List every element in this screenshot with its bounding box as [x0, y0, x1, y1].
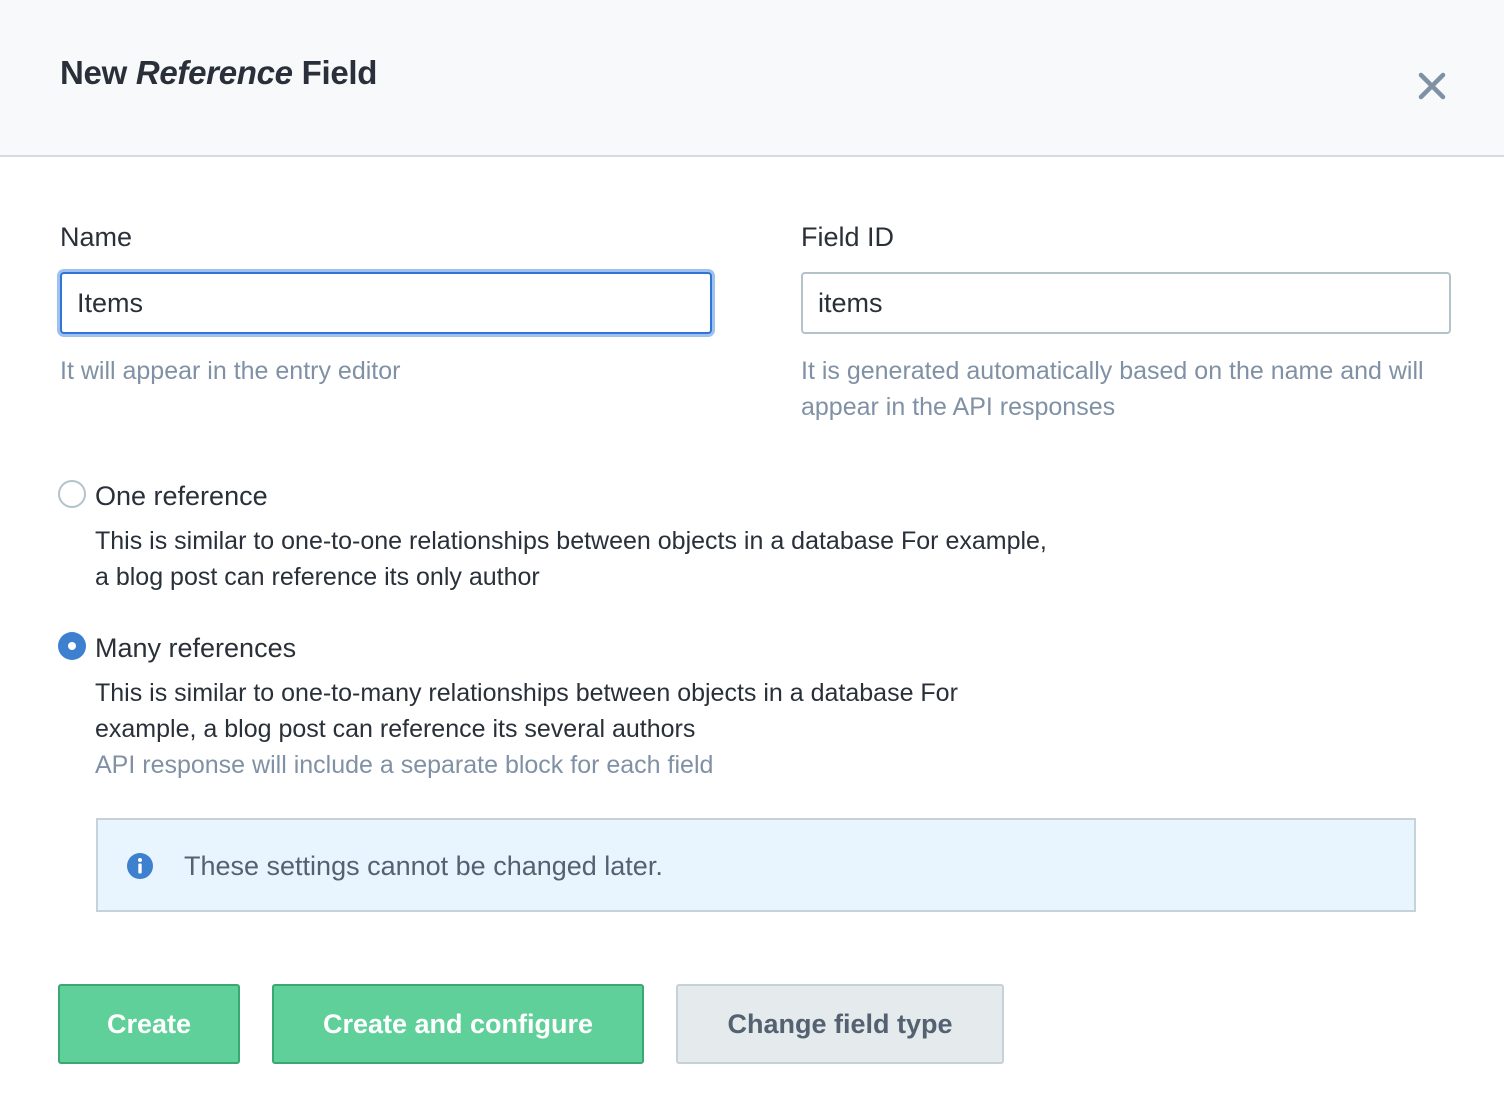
field-id-input[interactable] [801, 272, 1451, 334]
title-prefix: New [60, 54, 127, 91]
one-reference-desc-line1: This is similar to one-to-one relationsh… [95, 527, 1047, 555]
modal-title: New Reference Field [60, 54, 377, 92]
field-id-hint: It is generated automatically based on t… [801, 353, 1424, 425]
name-input[interactable] [60, 272, 712, 334]
create-button[interactable]: Create [58, 984, 240, 1064]
one-reference-label[interactable]: One reference [95, 481, 268, 512]
one-reference-radio[interactable] [58, 480, 86, 508]
name-hint: It will appear in the entry editor [60, 357, 401, 385]
many-references-radio[interactable] [58, 632, 86, 660]
new-field-modal: New Reference Field Name It will appear … [0, 0, 1504, 1114]
many-references-desc-line1: This is similar to one-to-many relations… [95, 679, 958, 707]
field-id-hint-line2: appear in the API responses [801, 393, 1116, 421]
one-reference-description: This is similar to one-to-one relationsh… [95, 523, 1047, 595]
modal-header: New Reference Field [0, 0, 1504, 157]
many-references-desc-line2: example, a blog post can reference its s… [95, 715, 696, 743]
title-suffix: Field [301, 54, 378, 91]
title-field-type: Reference [135, 54, 293, 91]
info-icon [127, 853, 153, 879]
many-references-description: This is similar to one-to-many relations… [95, 675, 958, 747]
create-and-configure-button[interactable]: Create and configure [272, 984, 644, 1064]
change-field-type-button[interactable]: Change field type [676, 984, 1004, 1064]
field-id-label: Field ID [801, 222, 895, 252]
name-label: Name [60, 222, 133, 252]
settings-notice: These settings cannot be changed later. [96, 818, 1416, 912]
field-id-hint-line1: It is generated automatically based on t… [801, 357, 1424, 385]
many-references-note: API response will include a separate blo… [95, 751, 714, 779]
one-reference-desc-line2: a blog post can reference its only autho… [95, 563, 540, 591]
many-references-label[interactable]: Many references [95, 633, 296, 664]
notice-text: These settings cannot be changed later. [184, 851, 663, 881]
close-button[interactable] [1410, 66, 1454, 110]
close-icon [1418, 72, 1446, 100]
